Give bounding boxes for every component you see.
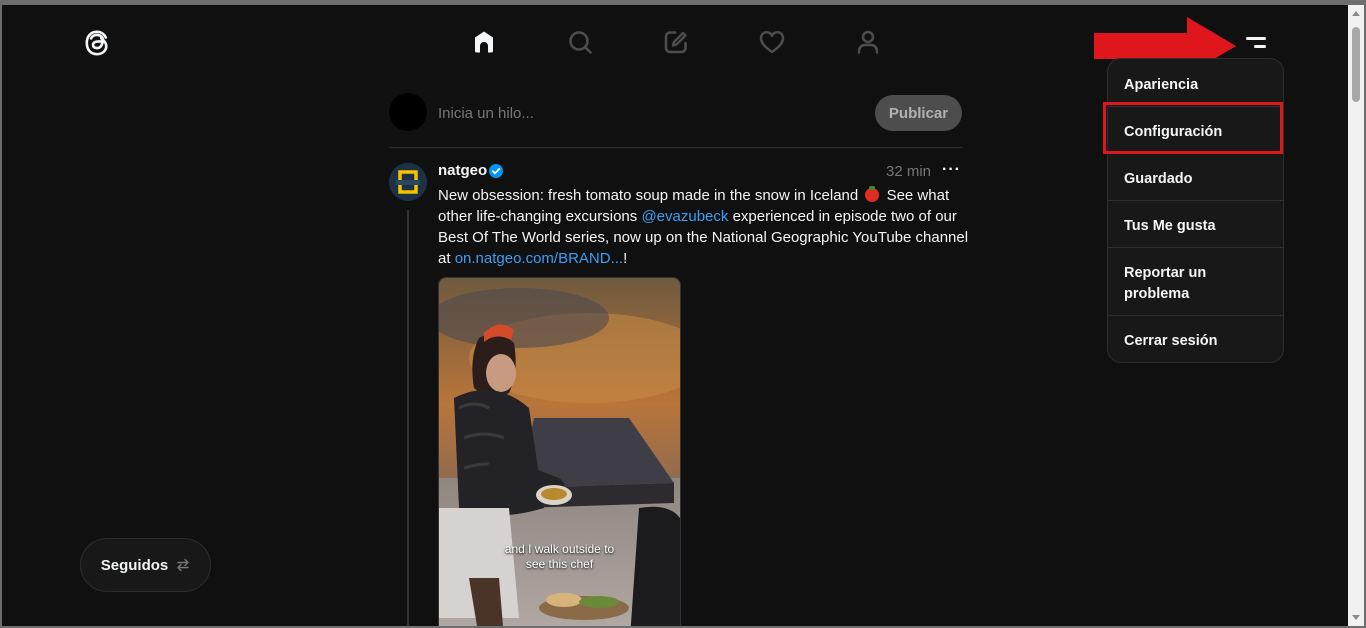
avatar[interactable] xyxy=(389,93,427,131)
post-username[interactable]: natgeo xyxy=(438,162,487,179)
menu-divider xyxy=(1108,247,1283,248)
tomato-emoji-icon xyxy=(865,186,880,202)
scroll-down-arrow-icon[interactable] xyxy=(1352,615,1360,620)
menu-divider xyxy=(1108,200,1283,201)
menu-item-report-problem[interactable]: Reportar un problema xyxy=(1108,263,1228,305)
post-author-avatar[interactable] xyxy=(389,163,427,201)
scrollbar-thumb[interactable] xyxy=(1352,27,1360,102)
more-options-icon[interactable]: ··· xyxy=(942,161,964,179)
divider xyxy=(389,147,962,148)
post-body: New obsession: fresh tomato soup made in… xyxy=(438,185,978,269)
threads-window: Apariencia Configuración Guardado Tus Me… xyxy=(2,5,1348,626)
annotation-highlight-box xyxy=(1103,102,1283,154)
video-caption-line: see this chef xyxy=(525,557,594,571)
mention-link[interactable]: @evazubeck xyxy=(641,208,728,225)
thread-composer-input[interactable] xyxy=(438,103,838,123)
profile-icon[interactable] xyxy=(853,27,883,57)
compose-icon[interactable] xyxy=(661,27,691,57)
menu-divider xyxy=(1108,315,1283,316)
external-link[interactable]: on.natgeo.com/BRAND... xyxy=(455,250,623,267)
swap-arrows-icon xyxy=(177,558,189,572)
publish-button[interactable]: Publicar xyxy=(875,95,962,131)
scrollbar[interactable] xyxy=(1348,5,1364,626)
feed-switch-button[interactable]: Seguidos xyxy=(80,538,211,592)
video-caption-line: and I walk outside to xyxy=(504,542,615,556)
menu-item-saved[interactable]: Guardado xyxy=(1108,169,1283,190)
post-text: ! xyxy=(623,250,628,267)
feed-switch-label: Seguidos xyxy=(100,556,169,574)
video-caption: and I walk outside to see this chef xyxy=(439,542,680,572)
menu-icon[interactable] xyxy=(1240,33,1272,57)
post-timestamp: 32 min xyxy=(886,163,932,180)
threads-logo-icon[interactable] xyxy=(79,25,115,61)
search-icon[interactable] xyxy=(565,27,595,57)
heart-icon[interactable] xyxy=(757,27,787,57)
menu-item-likes[interactable]: Tus Me gusta xyxy=(1108,216,1283,237)
post-video[interactable]: and I walk outside to see this chef xyxy=(438,277,681,626)
scroll-up-arrow-icon[interactable] xyxy=(1352,11,1360,16)
verified-badge-icon xyxy=(489,164,503,178)
home-icon[interactable] xyxy=(469,27,499,57)
menu-item-logout[interactable]: Cerrar sesión xyxy=(1108,331,1283,352)
thread-line xyxy=(407,210,409,626)
video-thumbnail xyxy=(439,278,680,626)
menu-item-appearance[interactable]: Apariencia xyxy=(1108,75,1283,96)
post-text: New obsession: fresh tomato soup made in… xyxy=(438,187,859,204)
